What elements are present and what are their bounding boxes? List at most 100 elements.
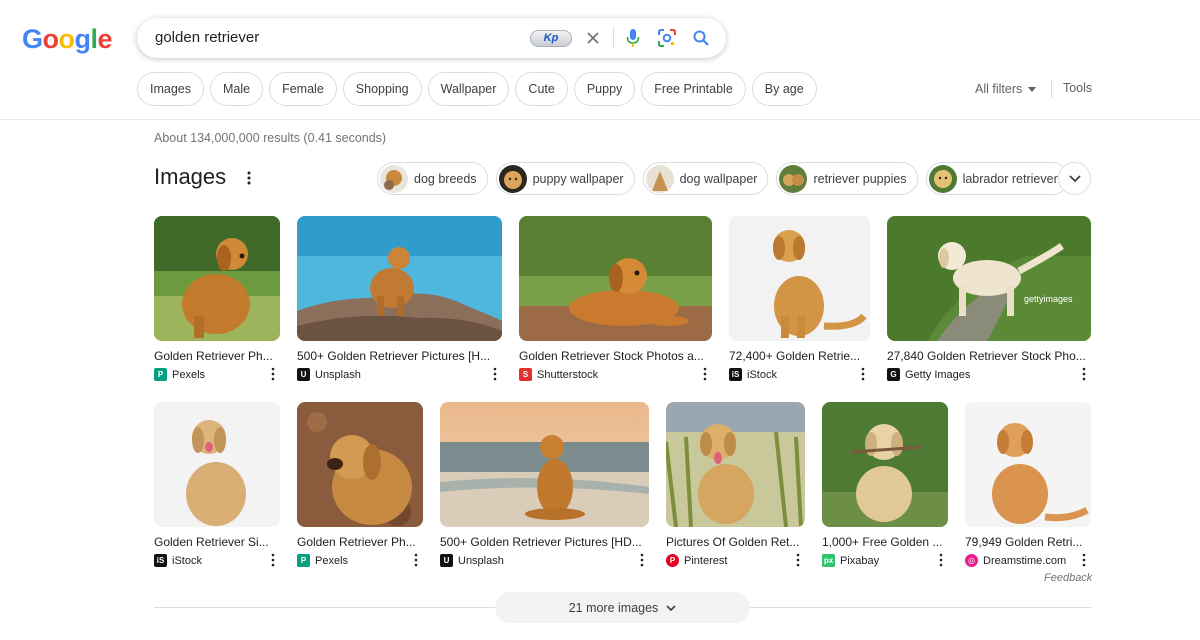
image-source[interactable]: P Pinterest bbox=[666, 553, 805, 567]
more-vert-icon[interactable] bbox=[270, 553, 276, 567]
expand-related-button[interactable] bbox=[1058, 162, 1091, 195]
search-icon[interactable] bbox=[691, 28, 711, 48]
dreamstime-favicon: ◎ bbox=[965, 554, 978, 567]
more-vert-icon[interactable] bbox=[795, 553, 801, 567]
logo-letter: e bbox=[97, 24, 113, 54]
more-vert-icon[interactable] bbox=[860, 367, 866, 381]
image-source[interactable]: P Pexels bbox=[297, 553, 423, 567]
logo-letter: o bbox=[42, 24, 60, 54]
image-caption[interactable]: 1,000+ Free Golden ... bbox=[822, 535, 948, 549]
source-name: Pexels bbox=[172, 368, 206, 381]
more-vert-icon[interactable] bbox=[243, 170, 255, 186]
image-caption[interactable]: Pictures Of Golden Ret... bbox=[666, 535, 805, 549]
image-result[interactable]: gettyimages 27,840 Golden Retriever Stoc… bbox=[887, 216, 1091, 381]
images-section-title: Images bbox=[154, 164, 227, 189]
more-vert-icon[interactable] bbox=[1081, 367, 1087, 381]
image-caption[interactable]: 79,949 Golden Retri... bbox=[965, 535, 1091, 549]
more-vert-icon[interactable] bbox=[938, 553, 944, 567]
image-thumbnail[interactable] bbox=[297, 216, 502, 341]
image-thumbnail[interactable]: gettyimages bbox=[887, 216, 1091, 341]
chip-male[interactable]: Male bbox=[210, 72, 264, 106]
related-thumbnail bbox=[380, 164, 408, 193]
image-source[interactable]: S Shutterstock bbox=[519, 367, 712, 381]
chip-images[interactable]: Images bbox=[137, 72, 204, 106]
image-result[interactable]: Pictures Of Golden Ret... P Pinterest bbox=[666, 402, 805, 567]
image-caption[interactable]: 500+ Golden Retriever Pictures [HD... bbox=[440, 535, 649, 549]
image-source[interactable]: U Unsplash bbox=[440, 553, 649, 567]
image-caption[interactable]: Golden Retriever Ph... bbox=[154, 349, 280, 363]
image-thumbnail[interactable] bbox=[297, 402, 423, 527]
image-thumbnail[interactable] bbox=[666, 402, 805, 527]
image-result[interactable]: Golden Retriever Si... iS iStock bbox=[154, 402, 280, 567]
image-result[interactable]: 79,949 Golden Retri... ◎ Dreamstime.com bbox=[965, 402, 1091, 567]
chip-puppy[interactable]: Puppy bbox=[573, 72, 636, 106]
source-name: Unsplash bbox=[315, 368, 361, 381]
feedback-link[interactable]: Feedback bbox=[1044, 572, 1092, 584]
search-input[interactable]: golden retriever bbox=[155, 29, 259, 46]
filter-chips: Images Male Female Shopping Wallpaper Cu… bbox=[137, 72, 817, 106]
extension-badge[interactable]: Kp bbox=[530, 30, 572, 47]
image-caption[interactable]: Golden Retriever Stock Photos a... bbox=[519, 349, 712, 363]
image-caption[interactable]: Golden Retriever Ph... bbox=[297, 535, 423, 549]
image-thumbnail[interactable] bbox=[822, 402, 948, 527]
tools-button[interactable]: Tools bbox=[1063, 81, 1092, 95]
image-result[interactable]: 500+ Golden Retriever Pictures [HD... U … bbox=[440, 402, 649, 567]
related-chip-labrador-retriever[interactable]: labrador retriever bbox=[925, 162, 1069, 195]
image-source[interactable]: P Pexels bbox=[154, 367, 280, 381]
image-caption[interactable]: Golden Retriever Si... bbox=[154, 535, 280, 549]
google-logo[interactable]: Google bbox=[22, 24, 113, 55]
image-caption[interactable]: 72,400+ Golden Retrie... bbox=[729, 349, 870, 363]
image-source[interactable]: iS iStock bbox=[154, 553, 280, 567]
chevron-down-icon bbox=[666, 604, 676, 611]
close-icon[interactable] bbox=[583, 28, 603, 48]
image-result[interactable]: 72,400+ Golden Retrie... iS iStock bbox=[729, 216, 870, 381]
image-caption[interactable]: 27,840 Golden Retriever Stock Pho... bbox=[887, 349, 1091, 363]
image-thumbnail[interactable] bbox=[965, 402, 1091, 527]
image-thumbnail[interactable] bbox=[729, 216, 870, 341]
related-chip-retriever-puppies[interactable]: retriever puppies bbox=[776, 162, 918, 195]
image-source[interactable]: G Getty Images bbox=[887, 367, 1091, 381]
more-vert-icon[interactable] bbox=[702, 367, 708, 381]
image-result[interactable]: Golden Retriever Ph... P Pexels bbox=[154, 216, 280, 381]
microphone-icon[interactable] bbox=[623, 28, 643, 48]
image-thumbnail[interactable] bbox=[154, 402, 280, 527]
image-source[interactable]: U Unsplash bbox=[297, 367, 502, 381]
chip-free-printable[interactable]: Free Printable bbox=[641, 72, 746, 106]
chip-by-age[interactable]: By age bbox=[751, 72, 817, 106]
pinterest-favicon: P bbox=[666, 554, 679, 567]
related-chip-dog-wallpaper[interactable]: dog wallpaper bbox=[642, 162, 769, 195]
pexels-favicon: P bbox=[297, 554, 310, 567]
more-vert-icon[interactable] bbox=[492, 367, 498, 381]
image-result[interactable]: 500+ Golden Retriever Pictures [H... U U… bbox=[297, 216, 502, 381]
image-caption[interactable]: 500+ Golden Retriever Pictures [H... bbox=[297, 349, 502, 363]
chip-female[interactable]: Female bbox=[269, 72, 337, 106]
more-vert-icon[interactable] bbox=[639, 553, 645, 567]
more-vert-icon[interactable] bbox=[1081, 553, 1087, 567]
search-box[interactable]: golden retriever Kp bbox=[137, 18, 726, 58]
related-chip-dog-breeds[interactable]: dog breeds bbox=[377, 162, 488, 195]
related-chip-puppy-wallpaper[interactable]: puppy wallpaper bbox=[495, 162, 635, 195]
image-source[interactable]: px Pixabay bbox=[822, 553, 948, 567]
more-images-button[interactable]: 21 more images bbox=[495, 592, 750, 623]
image-source[interactable]: ◎ Dreamstime.com bbox=[965, 553, 1091, 567]
image-thumbnail[interactable] bbox=[440, 402, 649, 527]
image-thumbnail[interactable] bbox=[154, 216, 280, 341]
all-filters-button[interactable]: All filters bbox=[975, 82, 1037, 96]
more-vert-icon[interactable] bbox=[270, 367, 276, 381]
header-divider bbox=[0, 119, 1200, 120]
image-source[interactable]: iS iStock bbox=[729, 367, 870, 381]
image-result[interactable]: 1,000+ Free Golden ... px Pixabay bbox=[822, 402, 948, 567]
source-name: iStock bbox=[172, 554, 202, 567]
related-chip-label: retriever puppies bbox=[813, 171, 907, 186]
chip-cute[interactable]: Cute bbox=[515, 72, 568, 106]
chip-shopping[interactable]: Shopping bbox=[342, 72, 422, 106]
chevron-down-icon bbox=[1068, 174, 1081, 182]
more-vert-icon[interactable] bbox=[413, 553, 419, 567]
image-result[interactable]: Golden Retriever Ph... P Pexels bbox=[297, 402, 423, 567]
chip-wallpaper[interactable]: Wallpaper bbox=[427, 72, 510, 106]
related-chip-label: dog breeds bbox=[414, 171, 477, 186]
google-lens-icon[interactable] bbox=[657, 28, 677, 48]
image-result[interactable]: Golden Retriever Stock Photos a... S Shu… bbox=[519, 216, 712, 381]
related-thumbnail bbox=[498, 164, 527, 193]
image-thumbnail[interactable] bbox=[519, 216, 712, 341]
